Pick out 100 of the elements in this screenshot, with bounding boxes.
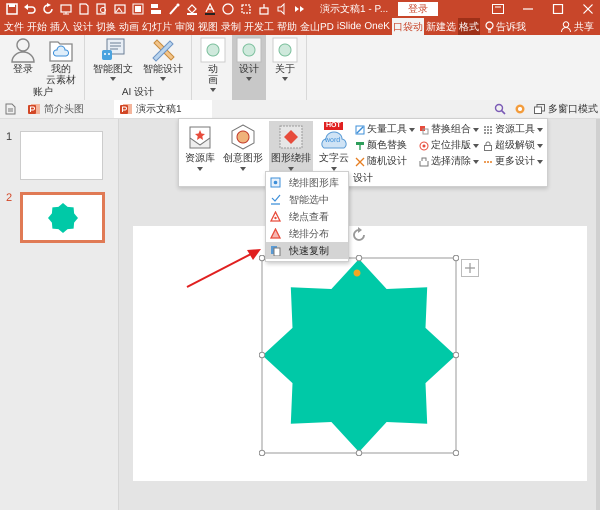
- menu-item[interactable]: 绕排图形库: [266, 174, 348, 191]
- slide-thumbnail[interactable]: [20, 131, 103, 180]
- group-label: 设计: [353, 173, 373, 184]
- replace-icon: [419, 124, 429, 134]
- eyedropper-icon: [168, 3, 180, 15]
- menu-item[interactable]: 智能选中: [266, 191, 348, 208]
- person-icon: [10, 37, 36, 63]
- ribbon-tab[interactable]: 新建选: [424, 18, 457, 35]
- rotate-icon: [351, 227, 367, 243]
- panel-button[interactable]: 资源库: [183, 121, 217, 173]
- save-icon: [6, 3, 18, 15]
- slide-thumbnail[interactable]: [20, 192, 105, 243]
- dotted-square-icon: [270, 177, 281, 188]
- ribbon-tab[interactable]: 文件: [3, 18, 25, 35]
- windows-icon: [534, 104, 545, 114]
- document-tab[interactable]: 演示文稿1: [114, 100, 212, 118]
- tool-button[interactable]: 随机设计: [355, 155, 415, 168]
- tool-button[interactable]: 颜色替换: [355, 139, 415, 152]
- dotted-square-icon: [278, 124, 304, 150]
- shuffle-icon: [355, 156, 365, 166]
- ribbon-tab[interactable]: 插入: [49, 18, 71, 35]
- menu-item[interactable]: 快速复制: [266, 242, 348, 259]
- vector-icon: [355, 124, 365, 134]
- ribbon-tab[interactable]: 金山PD: [299, 18, 335, 35]
- ribbon-tab[interactable]: 开始: [26, 18, 48, 35]
- share-button[interactable]: 共享: [561, 18, 600, 35]
- ribbon-tab[interactable]: OneK: [363, 18, 391, 35]
- addin-icon: [236, 37, 262, 63]
- paint-roller-icon: [355, 140, 365, 150]
- ribbon-tab[interactable]: 帮助: [276, 18, 298, 35]
- presentation-icon: [28, 103, 40, 115]
- slide-number: 2: [6, 192, 12, 204]
- shape-icon: [258, 3, 270, 15]
- circle-icon: [222, 3, 234, 15]
- multi-window-button[interactable]: 多窗口模式: [534, 102, 598, 116]
- grid-icon: [483, 124, 493, 134]
- hexagon-icon: [230, 124, 256, 150]
- ribbon-button[interactable]: 智能设计: [139, 35, 187, 87]
- page-icon: [78, 3, 90, 15]
- maximize-icon: [552, 4, 564, 14]
- gear-icon: [514, 103, 526, 115]
- pencil-ruler-icon: [150, 37, 176, 63]
- group-label: AI 设计: [122, 87, 154, 100]
- tell-me-link[interactable]: 告诉我: [496, 20, 526, 34]
- ribbon-tab[interactable]: 视图: [197, 18, 219, 35]
- menu-item[interactable]: 绕排分布: [266, 225, 348, 242]
- ribbon-button[interactable]: 设计: [232, 35, 266, 100]
- document-tab[interactable]: 简介头图: [22, 100, 114, 118]
- tool-button[interactable]: 替换组合: [419, 123, 479, 136]
- group-label: 账户: [33, 87, 53, 100]
- print-preview-icon: [96, 3, 108, 15]
- tool-button[interactable]: 资源工具: [483, 123, 543, 136]
- undo-icon: [24, 3, 36, 15]
- redo-icon: [42, 3, 54, 15]
- triangle-icon: [270, 211, 281, 222]
- panel-button[interactable]: 图形绕排: [269, 121, 313, 173]
- lightbulb-icon: [484, 20, 494, 32]
- ribbon-button[interactable]: 动 画: [196, 35, 230, 100]
- person-icon: [561, 21, 571, 32]
- panel-button[interactable]: 创意图形: [221, 121, 265, 173]
- tool-button[interactable]: 超级解锁: [483, 139, 543, 152]
- tool-button[interactable]: 定位排版: [419, 139, 479, 152]
- triangle-icon: [270, 228, 281, 239]
- lock-icon: [483, 140, 493, 150]
- ribbon-tab[interactable]: 录制: [220, 18, 242, 35]
- menu-item[interactable]: 绕点查看: [266, 208, 348, 225]
- crop-icon: [240, 3, 252, 15]
- close-icon: [582, 4, 594, 14]
- ribbon-tab[interactable]: 幻灯片: [141, 18, 173, 35]
- more-icon: [294, 3, 306, 15]
- document-icon: [5, 103, 16, 115]
- ribbon-button[interactable]: 智能图文: [89, 35, 137, 87]
- fill-bucket-icon: [186, 3, 198, 15]
- ribbon-button[interactable]: 我的 云素材: [42, 35, 80, 87]
- presentation-icon: [120, 103, 132, 115]
- ribbon-display-icon: [492, 4, 504, 14]
- align-icon: [150, 3, 162, 15]
- ribbon-tab[interactable]: 设计: [72, 18, 94, 35]
- ribbon-button[interactable]: 登录: [6, 35, 40, 87]
- ribbon-tab[interactable]: iSlide: [336, 18, 362, 35]
- tool-button[interactable]: 矢量工具: [355, 123, 415, 136]
- tool-button[interactable]: 更多设计: [483, 155, 543, 168]
- image-icon: [114, 3, 126, 15]
- font-color-icon: [204, 3, 216, 15]
- checkbox-icon: [270, 194, 281, 205]
- ribbon-tab[interactable]: 审阅: [174, 18, 196, 35]
- ribbon-tab[interactable]: 开发工: [243, 18, 275, 35]
- plus-icon: [461, 259, 479, 277]
- window-title: 演示文稿1 - P...: [320, 2, 388, 16]
- ribbon-tab[interactable]: 口袋动: [392, 18, 424, 35]
- target-icon: [419, 140, 429, 150]
- monitor-icon: [60, 3, 72, 15]
- star-shape-icon: [48, 202, 78, 232]
- ribbon-tab[interactable]: 动画: [118, 18, 140, 35]
- grid-icon: [132, 3, 144, 15]
- ribbon-button[interactable]: 关于: [268, 35, 302, 100]
- tool-button[interactable]: 选择清除: [419, 155, 479, 168]
- ribbon-tab[interactable]: 格式: [458, 18, 480, 35]
- login-button[interactable]: 登录: [398, 2, 438, 16]
- ribbon-tab[interactable]: 切换: [95, 18, 117, 35]
